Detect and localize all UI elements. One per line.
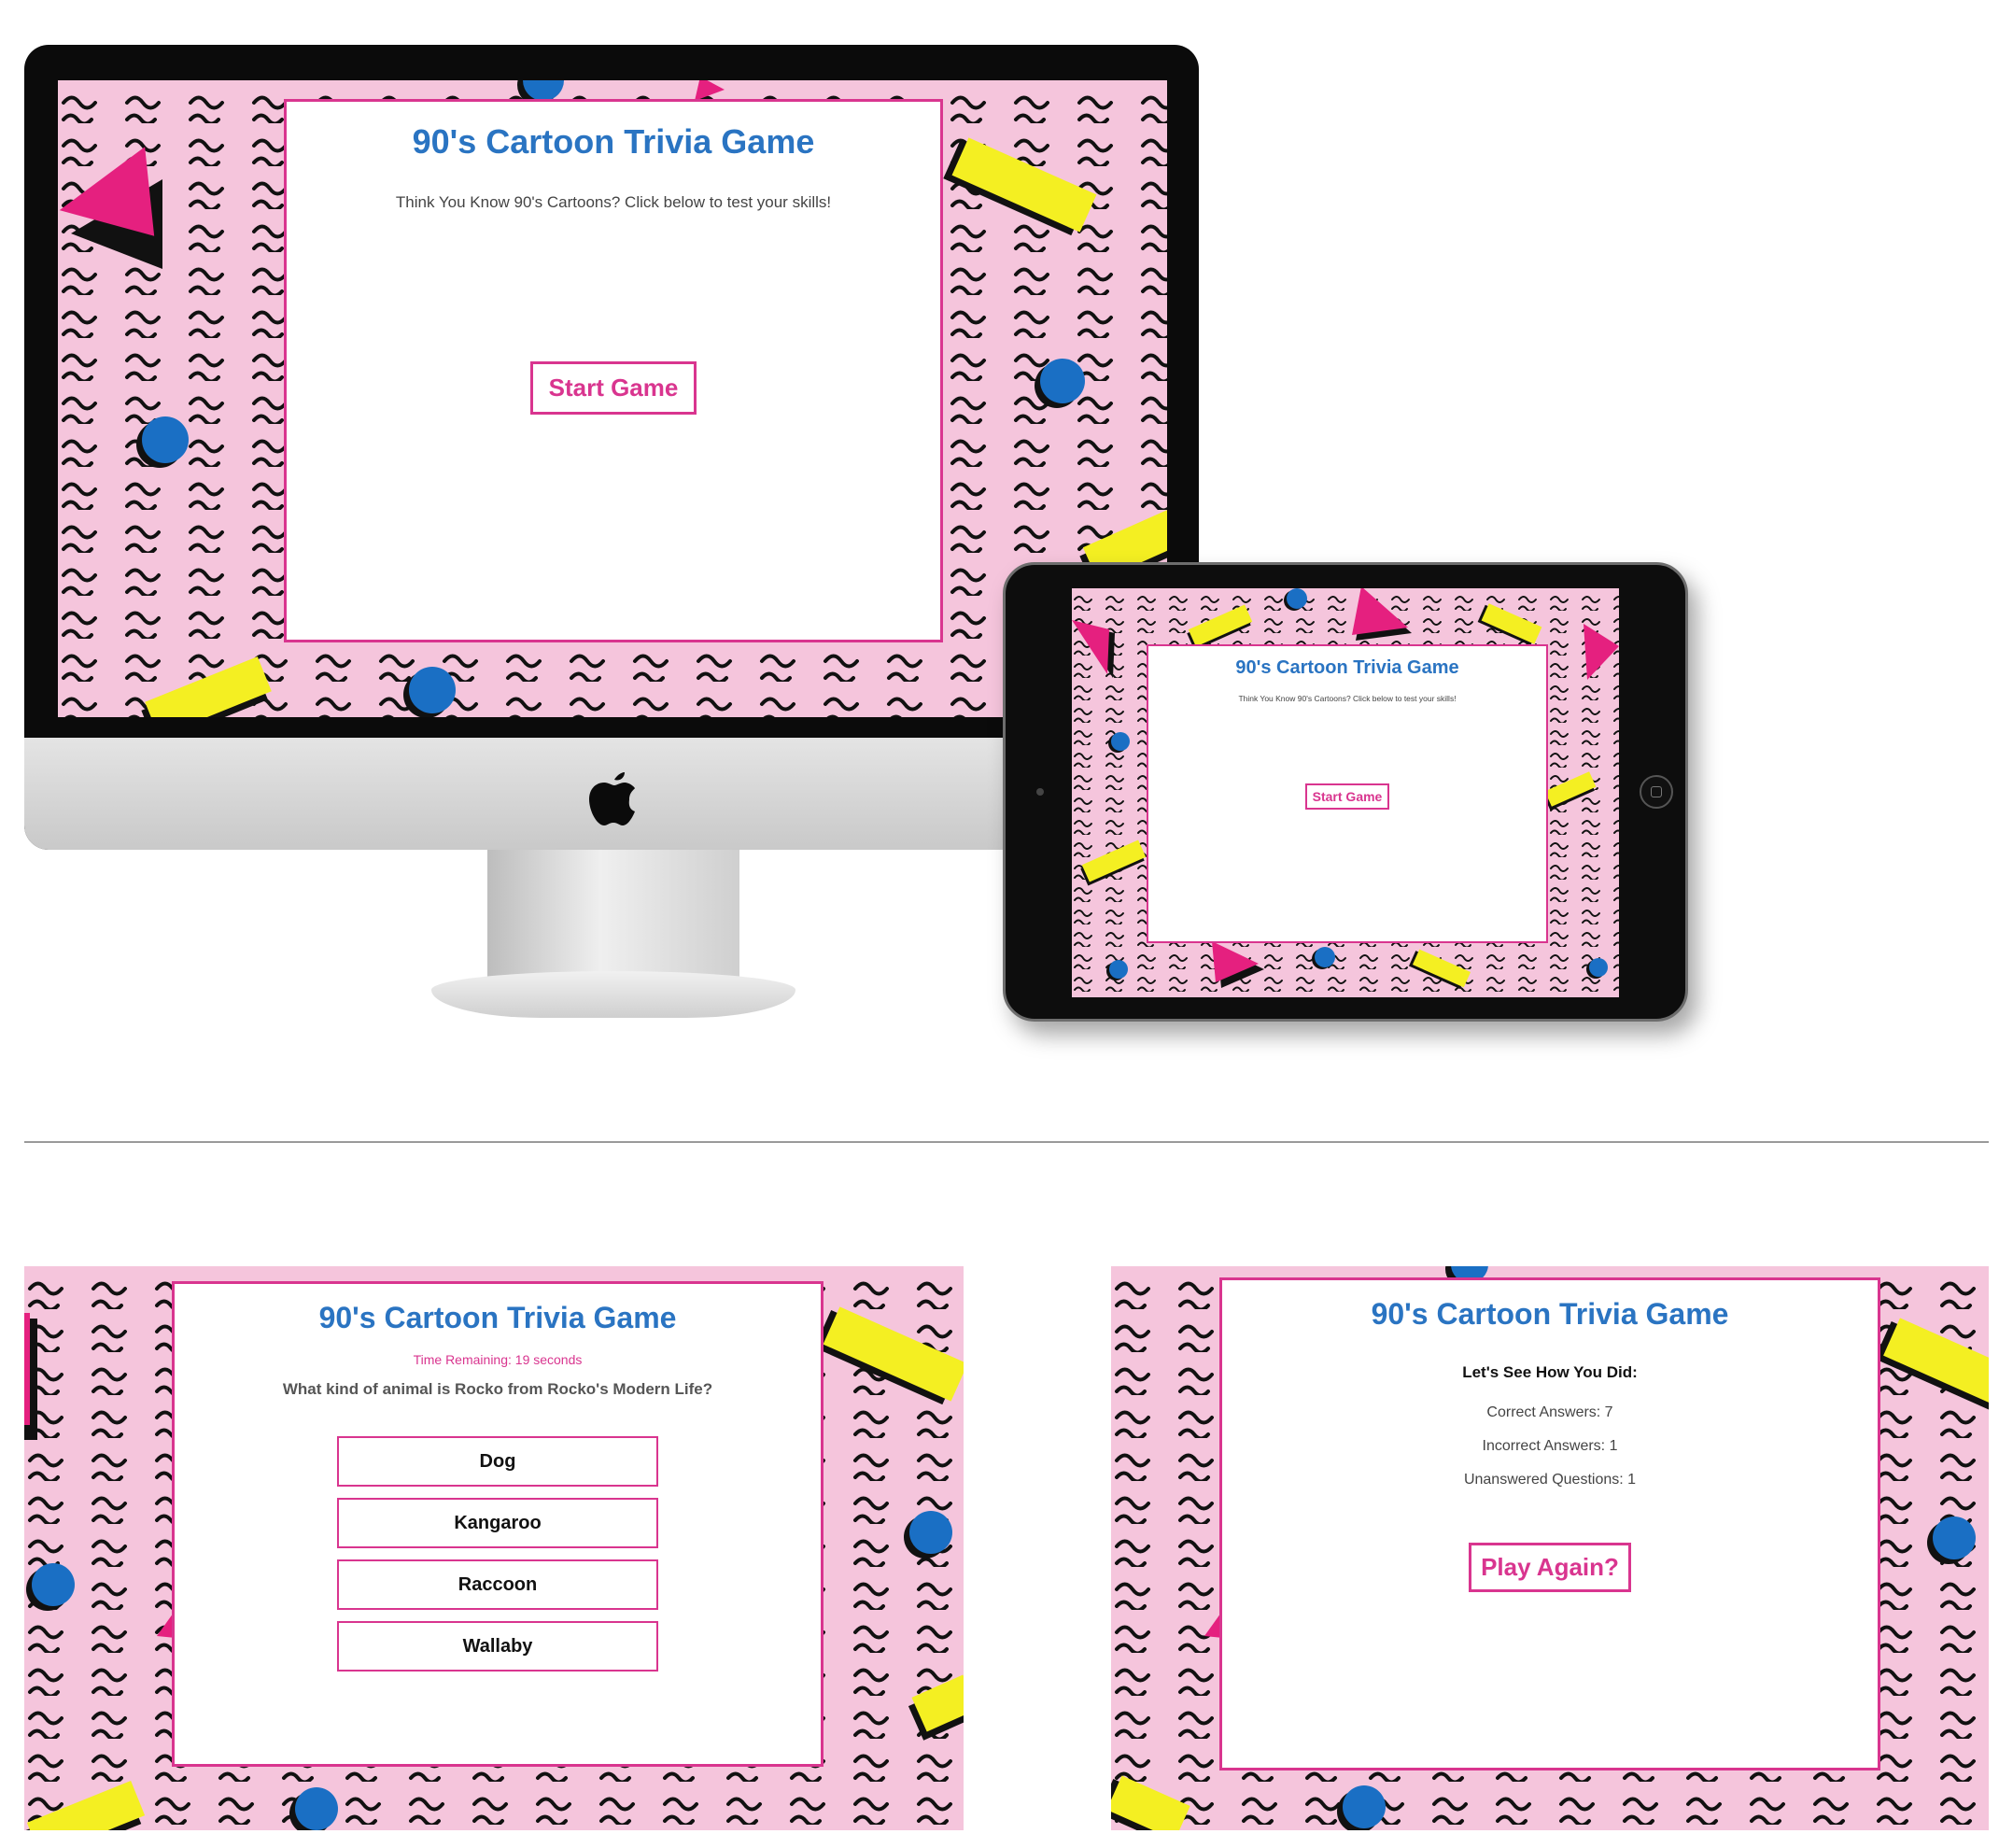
page-title: 90's Cartoon Trivia Game bbox=[1235, 657, 1459, 678]
blue-circle-shape bbox=[1040, 359, 1085, 403]
question-card: 90's Cartoon Trivia Game Time Remaining:… bbox=[172, 1281, 824, 1767]
start-game-button[interactable]: Start Game bbox=[1304, 783, 1390, 810]
blue-circle-shape bbox=[1287, 588, 1307, 609]
unanswered-count: Unanswered Questions: 1 bbox=[1463, 1472, 1637, 1488]
desktop-monitor-foot bbox=[431, 971, 795, 1018]
intro-text: Think You Know 90's Cartoons? Click belo… bbox=[395, 193, 832, 211]
tablet-screen: 90's Cartoon Trivia Game Think You Know … bbox=[1072, 588, 1619, 997]
answer-button[interactable]: Wallaby bbox=[337, 1621, 658, 1672]
blue-circle-shape bbox=[1933, 1516, 1976, 1559]
blue-circle-shape bbox=[1315, 947, 1335, 967]
answer-list: Dog Kangaroo Raccoon Wallaby bbox=[175, 1436, 821, 1672]
desktop-monitor-stand bbox=[487, 850, 739, 990]
results-card: 90's Cartoon Trivia Game Let's See How Y… bbox=[1219, 1277, 1880, 1770]
answer-button[interactable]: Raccoon bbox=[337, 1559, 658, 1610]
answer-button[interactable]: Dog bbox=[337, 1436, 658, 1487]
question-text: What kind of animal is Rocko from Rocko'… bbox=[282, 1380, 713, 1398]
pink-bar-shape bbox=[24, 1313, 30, 1425]
tablet-home-button[interactable] bbox=[1640, 775, 1673, 809]
triangle-shape bbox=[1584, 624, 1619, 680]
section-divider bbox=[24, 1141, 1989, 1143]
blue-circle-shape bbox=[1109, 960, 1128, 979]
blue-circle-shape bbox=[32, 1563, 75, 1606]
page-title: 90's Cartoon Trivia Game bbox=[1371, 1297, 1729, 1331]
tablet-camera bbox=[1036, 788, 1044, 796]
desktop-screen: 90's Cartoon Trivia Game Think You Know … bbox=[58, 80, 1167, 717]
triangle-shape bbox=[1352, 588, 1412, 641]
page-title: 90's Cartoon Trivia Game bbox=[412, 122, 815, 161]
question-screen: 90's Cartoon Trivia Game Time Remaining:… bbox=[24, 1266, 964, 1830]
blue-circle-shape bbox=[909, 1511, 952, 1554]
play-again-button[interactable]: Play Again? bbox=[1469, 1543, 1631, 1592]
answer-button[interactable]: Kangaroo bbox=[337, 1498, 658, 1548]
blue-circle-shape bbox=[142, 416, 189, 463]
start-card: 90's Cartoon Trivia Game Think You Know … bbox=[284, 99, 943, 642]
triangle-shape bbox=[59, 147, 162, 269]
intro-text: Think You Know 90's Cartoons? Click belo… bbox=[1238, 694, 1457, 703]
results-heading: Let's See How You Did: bbox=[1462, 1363, 1638, 1381]
blue-circle-shape bbox=[1111, 732, 1130, 751]
page-title: 90's Cartoon Trivia Game bbox=[318, 1301, 677, 1334]
correct-count: Correct Answers: 7 bbox=[1486, 1404, 1613, 1420]
results-screen: 90's Cartoon Trivia Game Let's See How Y… bbox=[1111, 1266, 1989, 1830]
incorrect-count: Incorrect Answers: 1 bbox=[1482, 1438, 1618, 1454]
start-card: 90's Cartoon Trivia Game Think You Know … bbox=[1147, 644, 1548, 943]
timer-text: Time Remaining: 19 seconds bbox=[413, 1352, 583, 1367]
blue-circle-shape bbox=[1589, 958, 1608, 977]
start-game-button[interactable]: Start Game bbox=[530, 361, 697, 415]
blue-circle-shape bbox=[1343, 1785, 1386, 1828]
blue-circle-shape bbox=[295, 1787, 338, 1830]
triangle-shape bbox=[1212, 941, 1264, 988]
blue-circle-shape bbox=[409, 667, 456, 713]
triangle-shape bbox=[1072, 620, 1115, 678]
apple-icon bbox=[589, 772, 635, 825]
